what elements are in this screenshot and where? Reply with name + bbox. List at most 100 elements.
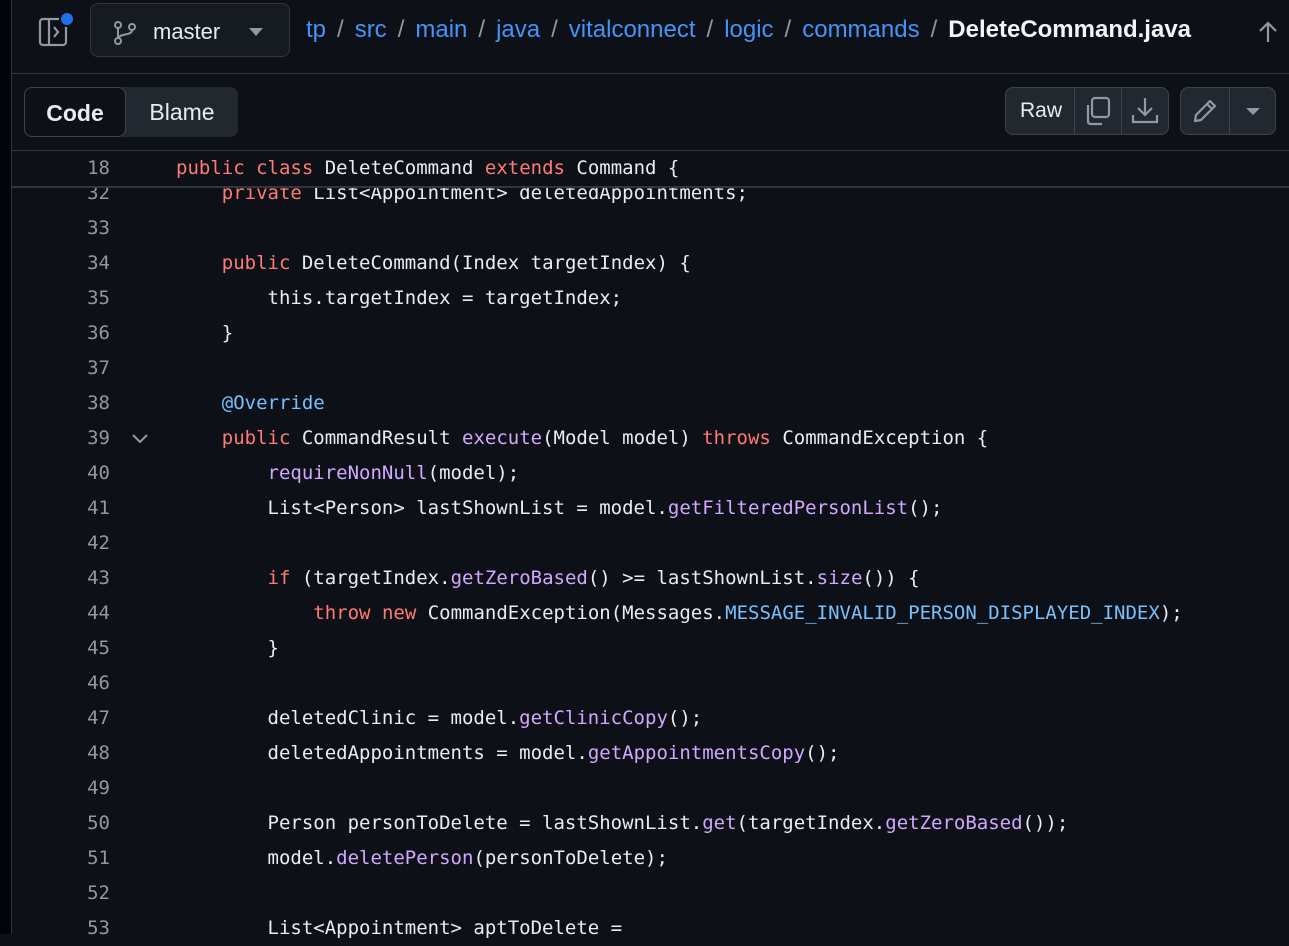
line-number[interactable]: 51 xyxy=(12,841,110,876)
arrow-up-icon xyxy=(1259,21,1277,42)
breadcrumb: tp / src / main / java / vitalconnect / logic / comm… xyxy=(306,16,1191,44)
file-header: master tp / src / main / java / vitalconnect / log… xyxy=(12,0,1289,74)
code-token: ); xyxy=(1159,602,1183,624)
line-number[interactable]: 44 xyxy=(12,596,110,631)
code-line: 50 Person personToDelete = lastShownList… xyxy=(12,806,1289,841)
sticky-line: 18 public class DeleteCommand extends Co… xyxy=(12,151,1289,188)
line-number[interactable]: 36 xyxy=(12,316,110,351)
code-token: throws xyxy=(702,427,771,449)
code-token: List<Person> lastShownList = model. xyxy=(176,497,668,519)
more-edit-options-button[interactable] xyxy=(1230,88,1275,134)
breadcrumb-separator: / xyxy=(478,16,486,43)
code-token: DeleteCommand xyxy=(313,157,485,179)
line-number[interactable]: 41 xyxy=(12,491,110,526)
git-branch-icon xyxy=(114,21,136,45)
breadcrumb-separator: / xyxy=(337,16,344,43)
edit-actions xyxy=(1180,87,1276,135)
code-token: (targetIndex. xyxy=(290,567,451,589)
code-token: ()) { xyxy=(862,567,920,589)
line-number[interactable]: 37 xyxy=(12,351,110,386)
code-token: (); xyxy=(805,742,840,764)
line-number[interactable]: 45 xyxy=(12,631,110,666)
edit-button[interactable] xyxy=(1181,88,1229,134)
line-code: List<Person> lastShownList = model.getFi… xyxy=(176,491,943,526)
code-token: get xyxy=(702,812,737,834)
line-number[interactable]: 49 xyxy=(12,771,110,806)
notification-dot xyxy=(59,11,75,27)
line-number[interactable]: 39 xyxy=(12,421,110,456)
breadcrumb-link[interactable]: vitalconnect xyxy=(569,16,696,43)
line-code: } xyxy=(176,316,233,351)
code-line: 52 xyxy=(12,876,1289,911)
triangle-down-icon xyxy=(249,28,263,36)
breadcrumb-separator: / xyxy=(930,16,938,43)
code-line: 46 xyxy=(12,666,1289,701)
line-code: public DeleteCommand(Index targetIndex) … xyxy=(176,246,691,281)
code-token: deletedAppointments = model. xyxy=(176,742,588,764)
breadcrumb-separator: / xyxy=(784,16,792,43)
line-code: public CommandResult execute(Model model… xyxy=(176,421,988,456)
code-token: class xyxy=(256,157,314,179)
code-token: } xyxy=(176,637,279,659)
line-code: if (targetIndex.getZeroBased() >= lastSh… xyxy=(176,561,920,596)
line-number[interactable]: 42 xyxy=(12,526,110,561)
fold-chevron-icon[interactable] xyxy=(130,431,150,447)
branch-selector[interactable]: master xyxy=(90,3,290,57)
line-number[interactable]: 34 xyxy=(12,246,110,281)
line-number[interactable]: 52 xyxy=(12,876,110,911)
file-name: DeleteCommand.java xyxy=(948,16,1192,43)
code-line: 51 model.deletePerson(personToDelete); xyxy=(12,841,1289,876)
breadcrumb-link[interactable]: main xyxy=(415,16,467,43)
line-number[interactable]: 47 xyxy=(12,701,110,736)
line-number[interactable]: 35 xyxy=(12,281,110,316)
line-code: this.targetIndex = targetIndex; xyxy=(176,281,623,316)
code-token: (); xyxy=(908,497,943,519)
breadcrumb-link[interactable]: java xyxy=(496,16,540,43)
line-number[interactable]: 43 xyxy=(12,561,110,596)
line-code: public class DeleteCommand extends Comma… xyxy=(176,151,679,186)
tab-blame[interactable]: Blame xyxy=(132,87,232,137)
sidebar-toggle-icon xyxy=(38,11,75,47)
code-token: CommandException(Messages. xyxy=(416,602,726,624)
code-line: 36 } xyxy=(12,316,1289,351)
code-token: (model); xyxy=(427,462,520,484)
tab-code[interactable]: Code xyxy=(24,87,126,137)
line-number[interactable]: 46 xyxy=(12,666,110,701)
breadcrumb-separator: / xyxy=(397,16,405,43)
chevron-down-icon xyxy=(1246,108,1260,115)
line-number[interactable]: 50 xyxy=(12,806,110,841)
code-token: model. xyxy=(176,847,337,869)
breadcrumb-link[interactable]: src xyxy=(355,16,387,43)
raw-button[interactable]: Raw xyxy=(1006,88,1074,134)
line-code: @Override xyxy=(176,386,325,421)
code-line: 49 xyxy=(12,771,1289,806)
code-token: new xyxy=(381,602,417,624)
line-number[interactable]: 40 xyxy=(12,456,110,491)
line-number[interactable]: 53 xyxy=(12,911,110,946)
copy-button[interactable] xyxy=(1075,88,1121,134)
code-line: 35 this.targetIndex = targetIndex; xyxy=(12,281,1289,316)
line-code: requireNonNull(model); xyxy=(176,456,520,491)
breadcrumb-link[interactable]: commands xyxy=(802,16,919,43)
line-number[interactable]: 38 xyxy=(12,386,110,421)
line-number[interactable]: 33 xyxy=(12,211,110,246)
download-button[interactable] xyxy=(1122,88,1168,134)
sidebar-toggle-button[interactable] xyxy=(38,11,75,48)
code-token: getZeroBased xyxy=(885,812,1023,834)
code-token: @Override xyxy=(221,392,325,414)
code-token: deletePerson xyxy=(336,847,474,869)
code-line: 37 xyxy=(12,351,1289,386)
code-token: deletedClinic = model. xyxy=(176,707,520,729)
code-token: extends xyxy=(484,157,565,179)
breadcrumb-link[interactable]: tp xyxy=(306,16,326,43)
code-token: public xyxy=(221,252,291,274)
line-number[interactable]: 18 xyxy=(12,151,110,186)
line-number[interactable]: 48 xyxy=(12,736,110,771)
top-button[interactable] xyxy=(1257,20,1279,49)
branch-name: master xyxy=(153,19,221,44)
breadcrumb-link[interactable]: logic xyxy=(724,16,773,43)
code-token: (targetIndex. xyxy=(736,812,886,834)
